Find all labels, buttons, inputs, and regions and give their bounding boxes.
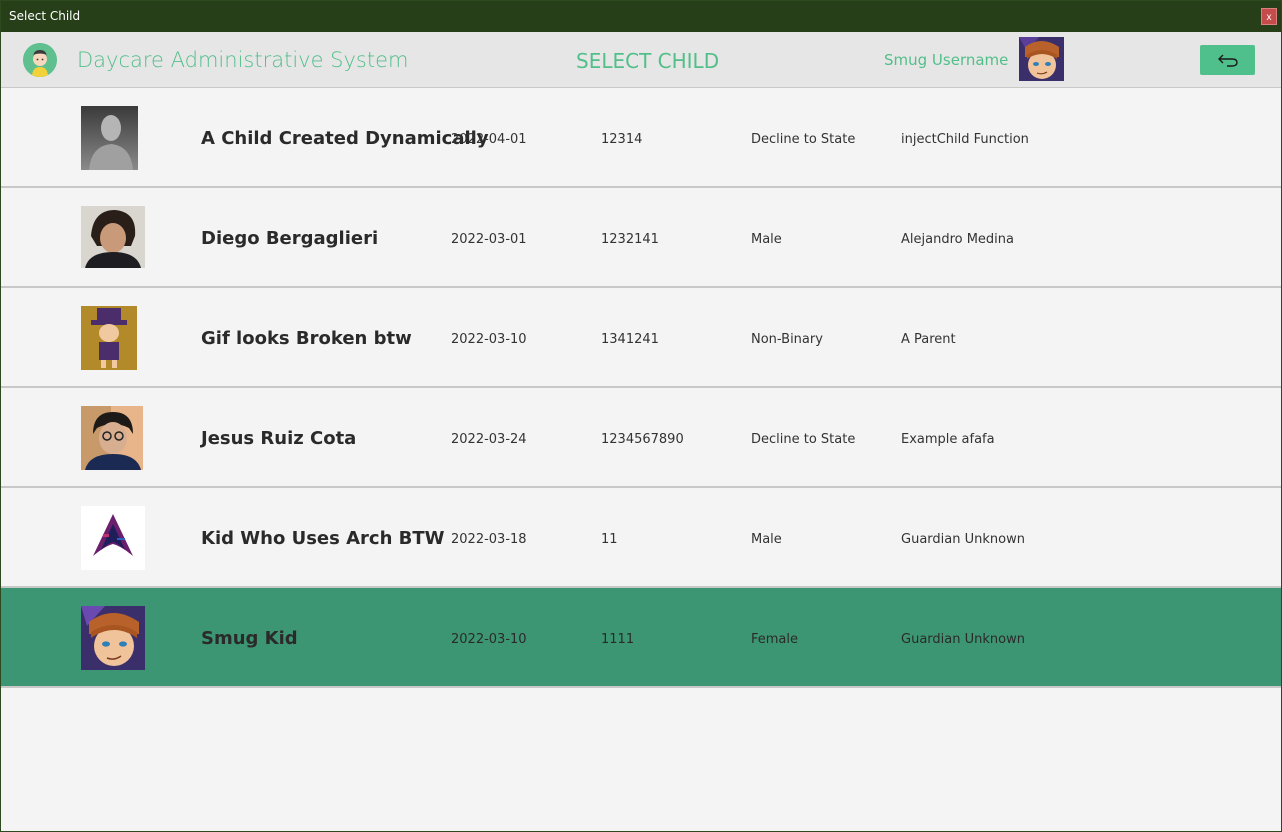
- child-photo: [81, 606, 145, 670]
- child-guardian: injectChild Function: [901, 132, 1029, 147]
- child-gender: Male: [751, 232, 782, 247]
- child-gender: Male: [751, 532, 782, 547]
- app-logo: [23, 43, 57, 77]
- close-button[interactable]: x: [1261, 8, 1277, 25]
- child-guardian: A Parent: [901, 332, 956, 347]
- child-name: Gif looks Broken btw: [201, 328, 412, 349]
- child-id: 1232141: [601, 232, 659, 247]
- child-photo: [81, 106, 145, 170]
- child-dob: 2022-03-24: [451, 432, 527, 447]
- child-dob: 2022-03-18: [451, 532, 527, 547]
- child-id: 1341241: [601, 332, 659, 347]
- child-gender: Decline to State: [751, 132, 856, 147]
- child-name: Smug Kid: [201, 628, 298, 649]
- child-dob: 2022-03-01: [451, 232, 527, 247]
- child-photo: [81, 306, 145, 370]
- child-row[interactable]: Diego Bergaglieri 2022-03-01 1232141 Mal…: [1, 188, 1281, 288]
- child-id: 1234567890: [601, 432, 684, 447]
- back-button[interactable]: [1200, 45, 1255, 75]
- child-row[interactable]: A Child Created Dynamically 2022-04-01 1…: [1, 88, 1281, 188]
- title-bar[interactable]: Select Child x: [1, 1, 1281, 32]
- child-guardian: Guardian Unknown: [901, 632, 1025, 647]
- child-photo: [81, 206, 145, 270]
- child-id: 12314: [601, 132, 643, 147]
- child-name: Jesus Ruiz Cota: [201, 428, 357, 449]
- child-dob: 2022-03-10: [451, 632, 527, 647]
- child-row[interactable]: Gif looks Broken btw 2022-03-10 1341241 …: [1, 288, 1281, 388]
- username-label: Smug Username: [884, 51, 1009, 69]
- child-row[interactable]: Kid Who Uses Arch BTW 2022-03-18 11 Male…: [1, 488, 1281, 588]
- child-row[interactable]: Jesus Ruiz Cota 2022-03-24 1234567890 De…: [1, 388, 1281, 488]
- child-row-selected[interactable]: Smug Kid 2022-03-10 1111 Female Guardian…: [1, 588, 1281, 688]
- child-name: Diego Bergaglieri: [201, 228, 379, 249]
- child-guardian: Example afafa: [901, 432, 995, 447]
- page-title: SELECT CHILD: [576, 49, 720, 73]
- window-title: Select Child: [9, 9, 81, 23]
- child-id: 1111: [601, 632, 635, 647]
- child-photo: [81, 506, 145, 570]
- app-title: Daycare Administrative System: [77, 48, 409, 72]
- child-gender: Female: [751, 632, 799, 647]
- child-gender: Non-Binary: [751, 332, 823, 347]
- child-dob: 2022-04-01: [451, 132, 527, 147]
- children-list: A Child Created Dynamically 2022-04-01 1…: [1, 88, 1281, 688]
- child-name: Kid Who Uses Arch BTW: [201, 528, 445, 549]
- header-bar: Daycare Administrative System SELECT CHI…: [1, 32, 1281, 88]
- child-guardian: Guardian Unknown: [901, 532, 1025, 547]
- child-name: A Child Created Dynamically: [201, 128, 489, 149]
- app-window: Select Child x Daycare Administrative Sy…: [0, 0, 1282, 832]
- child-photo: [81, 406, 145, 470]
- child-id: 11: [601, 532, 618, 547]
- child-dob: 2022-03-10: [451, 332, 527, 347]
- user-avatar: [1019, 37, 1064, 81]
- child-gender: Decline to State: [751, 432, 856, 447]
- child-guardian: Alejandro Medina: [901, 232, 1015, 247]
- undo-arrow-icon: [1217, 54, 1238, 67]
